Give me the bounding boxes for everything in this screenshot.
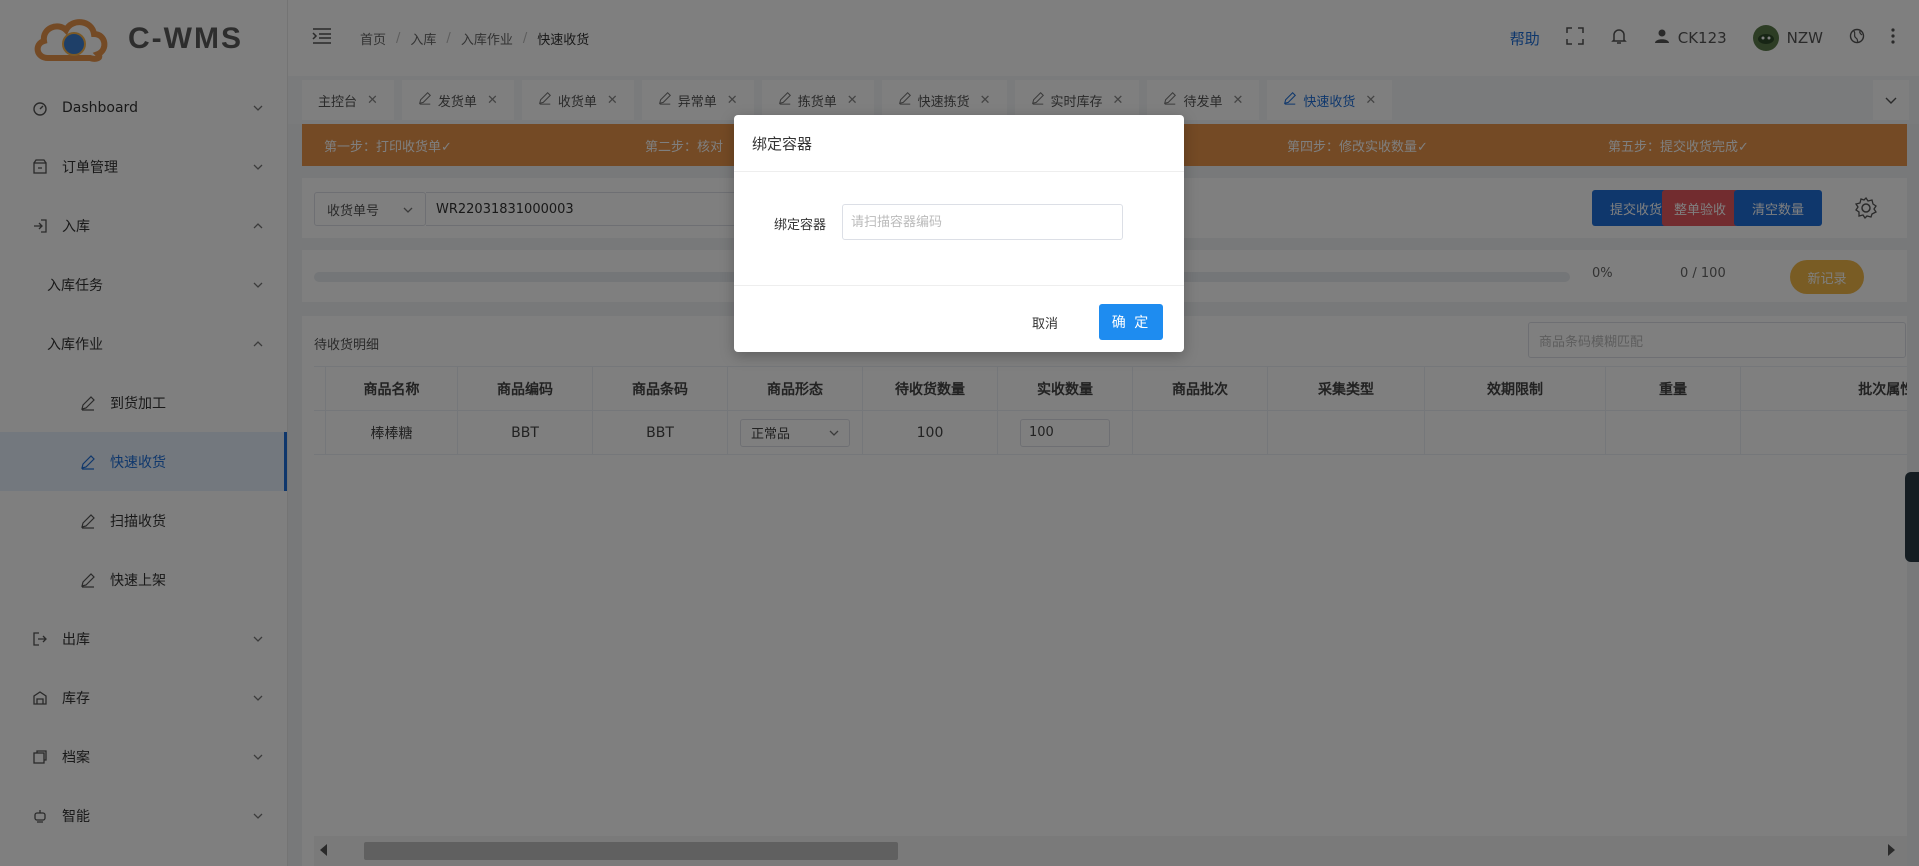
bind-container-dialog: 绑定容器 绑定容器 取消 确 定 bbox=[734, 115, 1184, 352]
container-field-label: 绑定容器 bbox=[774, 218, 827, 233]
app: C-WMS Dashboard 订单管理 入库 入库任务 入库作业 到货加工 bbox=[0, 0, 1919, 866]
dialog-footer: 取消 确 定 bbox=[734, 286, 1184, 350]
dialog-body: 绑定容器 bbox=[734, 172, 1184, 286]
dialog-title: 绑定容器 bbox=[734, 115, 1184, 172]
container-code-input[interactable] bbox=[842, 204, 1123, 240]
confirm-button[interactable]: 确 定 bbox=[1099, 304, 1163, 340]
cancel-button[interactable]: 取消 bbox=[1032, 304, 1058, 340]
